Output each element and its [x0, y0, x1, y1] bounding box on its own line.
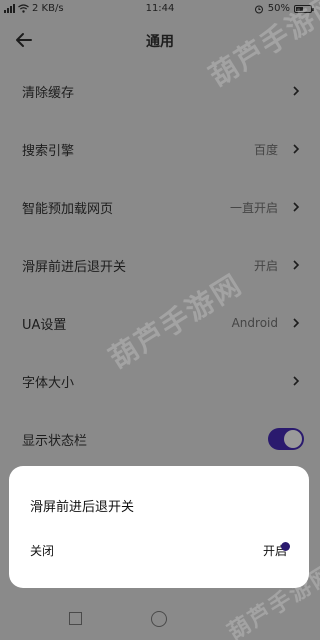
setting-label: UA设置 [22, 317, 67, 333]
toggle-knob [284, 430, 302, 448]
setting-font-size[interactable]: 字体大小 [0, 352, 320, 410]
status-bar-toggle[interactable] [268, 428, 304, 450]
chevron-right-icon [293, 318, 300, 328]
dialog-title: 滑屏前进后退开关 [30, 500, 135, 515]
selected-indicator [281, 542, 290, 551]
setting-swipe-navigation[interactable]: 滑屏前进后退开关 开启 [0, 236, 320, 294]
system-nav-bar [0, 600, 320, 640]
chevron-right-icon [293, 202, 300, 212]
recent-apps-icon[interactable] [69, 612, 82, 625]
option-off[interactable]: 关闭 [30, 542, 54, 559]
chevron-right-icon [293, 144, 300, 154]
setting-value: Android [231, 316, 278, 330]
setting-preload[interactable]: 智能预加载网页 一直开启 [0, 178, 320, 236]
setting-label: 智能预加载网页 [22, 201, 114, 217]
settings-list: 清除缓存 搜索引擎 百度 智能预加载网页 一直开启 滑屏前进后退开关 开启 UA… [0, 62, 320, 468]
setting-clear-cache[interactable]: 清除缓存 [0, 62, 320, 120]
swipe-nav-dialog: 滑屏前进后退开关 关闭 开启 [9, 466, 309, 588]
setting-search-engine[interactable]: 搜索引擎 百度 [0, 120, 320, 178]
setting-label: 滑屏前进后退开关 [22, 259, 127, 275]
setting-value: 百度 [253, 142, 278, 157]
chevron-right-icon [293, 260, 300, 270]
setting-value: 开启 [253, 258, 278, 273]
home-icon[interactable] [151, 611, 167, 627]
chevron-right-icon [293, 86, 300, 96]
setting-label: 搜索引擎 [22, 143, 75, 159]
setting-label: 字体大小 [22, 375, 75, 391]
setting-status-bar: 显示状态栏 [0, 410, 320, 468]
setting-label: 清除缓存 [22, 85, 75, 101]
setting-value: 一直开启 [229, 200, 278, 215]
setting-label: 显示状态栏 [22, 433, 88, 449]
alarm-icon [254, 5, 263, 13]
chevron-right-icon [293, 376, 300, 386]
